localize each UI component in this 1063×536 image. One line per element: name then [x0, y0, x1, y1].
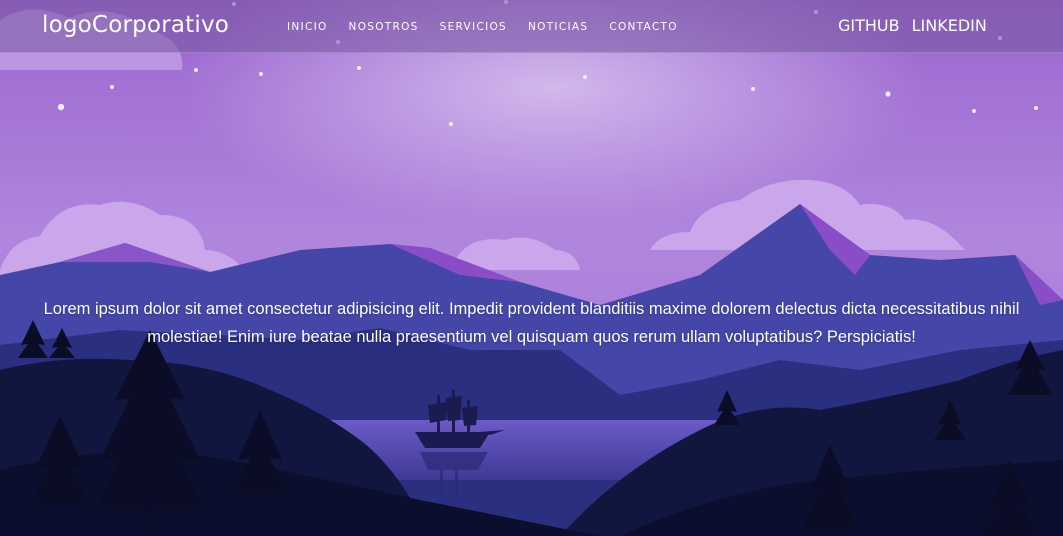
nav-link-servicios[interactable]: SERVICIOS — [440, 21, 507, 33]
hero-description: Lorem ipsum dolor sit amet consectetur a… — [43, 299, 1020, 346]
nav-link-contacto[interactable]: CONTACTO — [609, 21, 677, 33]
logo[interactable]: logoCorporativo — [42, 12, 229, 38]
nav-link-inicio[interactable]: INICIO — [287, 21, 328, 33]
nav-link-noticias[interactable]: NOTICIAS — [528, 21, 588, 33]
social-links: GITHUB LINKEDIN — [838, 16, 987, 35]
main-nav: INICIO NOSOTROS SERVICIOS NOTICIAS CONTA… — [287, 21, 678, 33]
navbar: logoCorporativo INICIO NOSOTROS SERVICIO… — [0, 0, 1063, 53]
github-link[interactable]: GITHUB — [838, 16, 900, 35]
hero-section: logoCorporativo INICIO NOSOTROS SERVICIO… — [0, 0, 1063, 536]
hero-background-illustration — [0, 0, 1063, 536]
nav-link-nosotros[interactable]: NOSOTROS — [349, 21, 419, 33]
linkedin-link[interactable]: LINKEDIN — [912, 16, 987, 35]
